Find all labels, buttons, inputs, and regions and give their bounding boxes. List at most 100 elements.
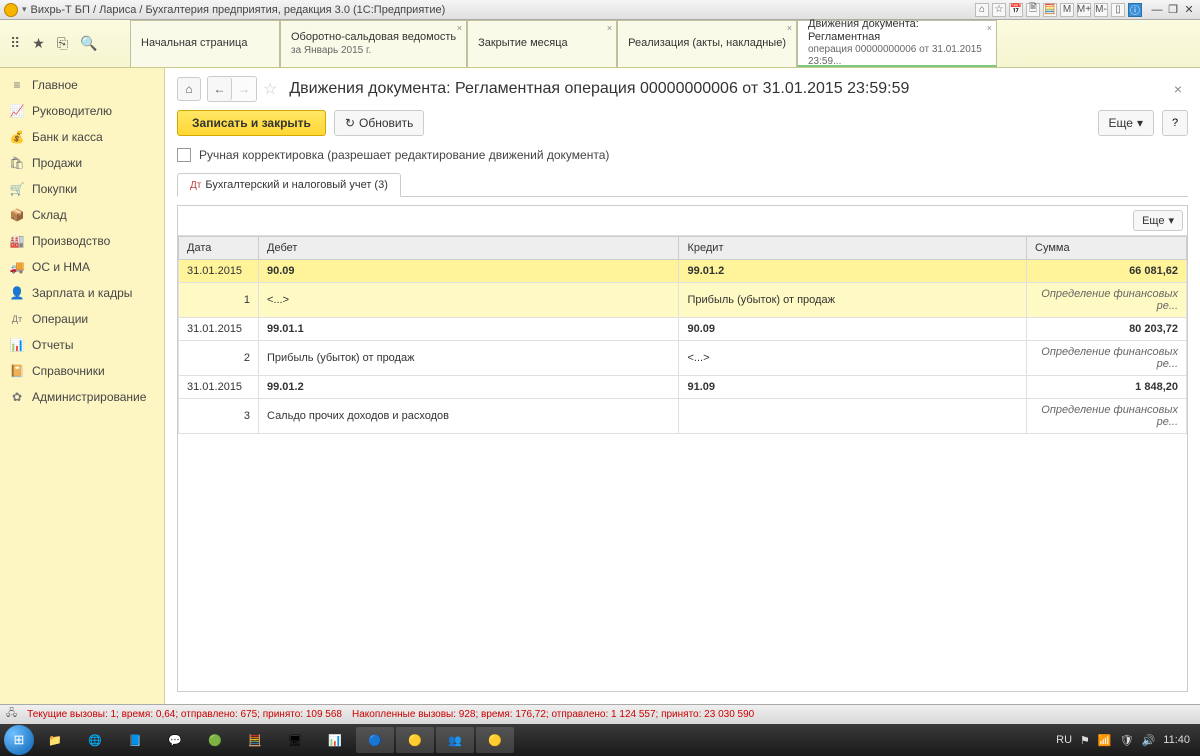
box-icon: 📦	[10, 208, 24, 222]
table-row[interactable]: 31.01.201599.01.291.091 848,20	[179, 376, 1187, 399]
manual-edit-row: Ручная корректировка (разрешает редактир…	[165, 144, 1200, 172]
home-button[interactable]: ⌂	[177, 77, 201, 101]
tab-sales[interactable]: ×Реализация (акты, накладные)	[617, 20, 797, 67]
maximize-btn[interactable]: ❐	[1166, 3, 1180, 17]
table-row-detail[interactable]: 3Сальдо прочих доходов и расходовОпредел…	[179, 399, 1187, 434]
sidebar-item-production[interactable]: 🏭Производство	[0, 228, 164, 254]
table-row-detail[interactable]: 2Прибыль (убыток) от продаж<...>Определе…	[179, 341, 1187, 376]
taskbar-app[interactable]: 🌐	[76, 727, 114, 753]
tab-start[interactable]: Начальная страница	[130, 20, 280, 67]
col-credit[interactable]: Кредит	[679, 237, 1027, 260]
tray-time[interactable]: 11:40	[1163, 734, 1190, 746]
windows-taskbar: ⊞ 📁 🌐 📘 💬 🟢 🧮 🖥 📊 🔵 🟡 👥 🟡 RU ⚑ 📶 🛡 🔊 11:…	[0, 724, 1200, 756]
icon-calc[interactable]: 🧮	[1043, 3, 1057, 17]
help-button[interactable]: ?	[1162, 110, 1188, 136]
taskbar-app[interactable]: 📘	[116, 727, 154, 753]
document-header: ⌂ ← → ☆ Движения документа: Регламентная…	[165, 68, 1200, 110]
icon-panel[interactable]: ▯	[1111, 3, 1125, 17]
close-icon[interactable]: ×	[607, 23, 612, 34]
factory-icon: 🏭	[10, 234, 24, 248]
icon-star[interactable]: ☆	[992, 3, 1006, 17]
list-icon: ≡	[10, 78, 24, 92]
close-icon[interactable]: ×	[987, 23, 992, 34]
manual-edit-checkbox[interactable]	[177, 148, 191, 162]
bars-icon: 📊	[10, 338, 24, 352]
taskbar-app[interactable]: 🟢	[196, 727, 234, 753]
sidebar-item-sales[interactable]: 🛍Продажи	[0, 150, 164, 176]
tab-movements[interactable]: ×Движения документа: Регламентнаяопераци…	[797, 20, 997, 67]
icon-info[interactable]: ⓘ	[1128, 3, 1142, 17]
fav-icon[interactable]: ★	[32, 35, 45, 52]
sidebar-item-reference[interactable]: 📔Справочники	[0, 358, 164, 384]
tray-icon[interactable]: ⚑	[1080, 734, 1090, 747]
tab-osv[interactable]: ×Оборотно-сальдовая ведомостьза Январь 2…	[280, 20, 467, 67]
taskbar-app[interactable]: 📊	[316, 727, 354, 753]
col-debit[interactable]: Дебет	[259, 237, 679, 260]
tab-accounting[interactable]: ДтБухгалтерский и налоговый учет (3)	[177, 173, 401, 197]
close-icon[interactable]: ×	[457, 23, 462, 34]
dtkt-icon: Дт	[10, 312, 24, 326]
taskbar-app[interactable]: 🧮	[236, 727, 274, 753]
sidebar-item-purchase[interactable]: 🛒Покупки	[0, 176, 164, 202]
taskbar-app[interactable]: 🟡	[396, 727, 434, 753]
toolbar-mini: ⌂ ☆ 📅 🗎 🧮 M M+ M- ▯ ⓘ	[975, 3, 1142, 17]
sidebar-item-bank[interactable]: 💰Банк и касса	[0, 124, 164, 150]
tray-icon[interactable]: 📶	[1098, 734, 1112, 747]
table-row[interactable]: 31.01.201599.01.190.0980 203,72	[179, 318, 1187, 341]
save-close-button[interactable]: Записать и закрыть	[177, 110, 326, 136]
sidebar-item-reports[interactable]: 📊Отчеты	[0, 332, 164, 358]
close-btn[interactable]: ✕	[1182, 3, 1196, 17]
taskbar-app[interactable]: 💬	[156, 727, 194, 753]
sidebar-item-operations[interactable]: ДтОперации	[0, 306, 164, 332]
star-icon[interactable]: ☆	[263, 79, 277, 99]
taskbar-app[interactable]: 👥	[436, 727, 474, 753]
tray-lang[interactable]: RU	[1056, 734, 1072, 746]
history-icon[interactable]: ⎘	[57, 35, 68, 52]
entries-table-wrap: Еще ▾ Дата Дебет Кредит Сумма 31.01.2015…	[177, 205, 1188, 692]
sidebar-item-hr[interactable]: 👤Зарплата и кадры	[0, 280, 164, 306]
close-icon[interactable]: ×	[787, 23, 792, 34]
nav-sidebar: ≡Главное 📈Руководителю 💰Банк и касса 🛍Пр…	[0, 68, 165, 704]
back-button[interactable]: ←	[208, 77, 232, 101]
icon-doc[interactable]: 🗎	[1026, 3, 1040, 17]
col-sum[interactable]: Сумма	[1027, 237, 1187, 260]
status-text-2: Накопленные вызовы: 928; время: 176,72; …	[352, 709, 754, 720]
truck-icon: 🚚	[10, 260, 24, 274]
m-minus-btn[interactable]: M-	[1094, 3, 1108, 17]
dropdown-icon[interactable]: ▾	[22, 4, 27, 15]
content-area: ⌂ ← → ☆ Движения документа: Регламентная…	[165, 68, 1200, 704]
forward-button[interactable]: →	[232, 77, 256, 101]
sidebar-item-manager[interactable]: 📈Руководителю	[0, 98, 164, 124]
status-bar: 🖧 Текущие вызовы: 1; время: 0,64; отправ…	[0, 704, 1200, 724]
table-more-button[interactable]: Еще ▾	[1133, 210, 1183, 231]
bank-icon: 💰	[10, 130, 24, 144]
sidebar-item-assets[interactable]: 🚚ОС и НМА	[0, 254, 164, 280]
icon-home[interactable]: ⌂	[975, 3, 989, 17]
apps-icon[interactable]: ⠿	[10, 35, 20, 52]
start-button[interactable]: ⊞	[4, 725, 34, 755]
more-button[interactable]: Еще ▾	[1098, 110, 1154, 136]
tab-close-month[interactable]: ×Закрытие месяца	[467, 20, 617, 67]
taskbar-app[interactable]: 📁	[36, 727, 74, 753]
taskbar-app[interactable]: 🟡	[476, 727, 514, 753]
icon-cal[interactable]: 📅	[1009, 3, 1023, 17]
minimize-btn[interactable]: —	[1150, 3, 1164, 17]
table-row[interactable]: 31.01.201590.0999.01.266 081,62	[179, 260, 1187, 283]
cart-icon: 🛒	[10, 182, 24, 196]
status-text-1: Текущие вызовы: 1; время: 0,64; отправле…	[27, 709, 342, 720]
m-plus-btn[interactable]: M+	[1077, 3, 1091, 17]
tray-icon[interactable]: 🔊	[1142, 734, 1156, 747]
close-document-button[interactable]: ×	[1168, 81, 1188, 97]
taskbar-app[interactable]: 🖥	[276, 727, 314, 753]
sidebar-item-main[interactable]: ≡Главное	[0, 72, 164, 98]
m-btn[interactable]: M	[1060, 3, 1074, 17]
document-toolbar: Записать и закрыть ↻Обновить Еще ▾ ?	[165, 110, 1200, 144]
search-icon[interactable]: 🔍	[80, 35, 97, 52]
col-date[interactable]: Дата	[179, 237, 259, 260]
refresh-button[interactable]: ↻Обновить	[334, 110, 424, 136]
sidebar-item-warehouse[interactable]: 📦Склад	[0, 202, 164, 228]
taskbar-app[interactable]: 🔵	[356, 727, 394, 753]
tray-icon[interactable]: 🛡	[1120, 734, 1134, 747]
table-row-detail[interactable]: 1<...>Прибыль (убыток) от продажОпределе…	[179, 283, 1187, 318]
sidebar-item-admin[interactable]: ✿Администрирование	[0, 384, 164, 410]
